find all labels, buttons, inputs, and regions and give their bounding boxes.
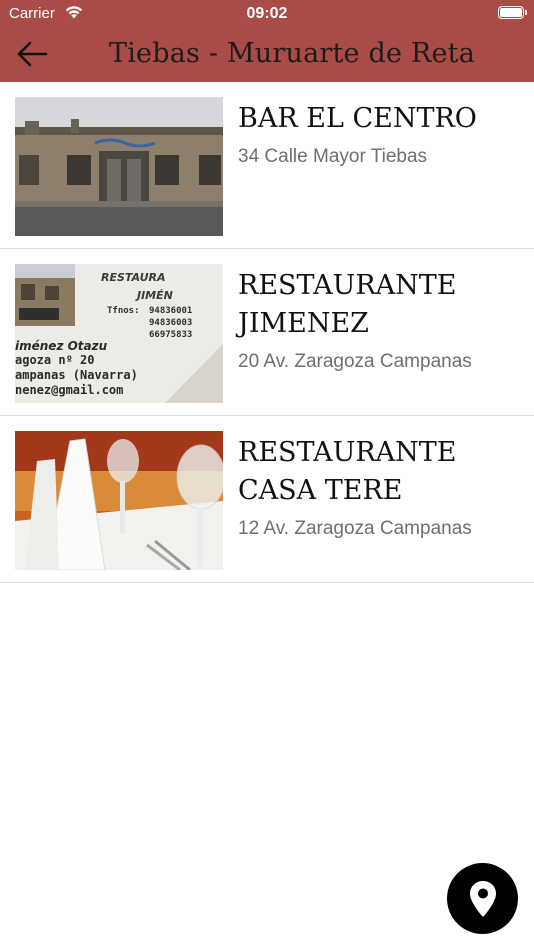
map-button[interactable] (447, 863, 518, 934)
card-line1: RESTAURA (101, 271, 166, 284)
restaurant-address: 34 Calle Mayor Tiebas (238, 146, 428, 167)
card-phone3: 66975833 (149, 330, 192, 340)
navigation-bar: Tiebas - Muruarte de Reta (0, 28, 534, 82)
restaurant-photo (15, 97, 223, 236)
status-bar: Carrier 09:02 (0, 0, 534, 28)
back-button[interactable] (14, 38, 54, 72)
restaurant-photo (15, 431, 223, 570)
restaurant-row-restaurante-jimenez[interactable]: RESTAURA JIMÉN Tfnos: 94836001 94836003 … (0, 249, 534, 416)
card-owner: iménez Otazu (15, 339, 108, 353)
restaurant-name: RESTAURANTE JIMENEZ (238, 270, 457, 339)
card-phone2: 94836003 (149, 318, 192, 328)
page-title: Tiebas - Muruarte de Reta (109, 38, 475, 69)
restaurant-name: RESTAURANTE CASA TERE (238, 437, 457, 506)
card-town: ampanas (Navarra) (15, 368, 138, 382)
restaurant-address: 20 Av. Zaragoza Campanas (238, 351, 472, 372)
restaurant-photo: RESTAURA JIMÉN Tfnos: 94836001 94836003 … (15, 264, 223, 403)
battery-tip (525, 10, 527, 15)
restaurant-address: 12 Av. Zaragoza Campanas (238, 518, 472, 539)
restaurant-row-bar-el-centro[interactable]: BAR EL CENTRO 34 Calle Mayor Tiebas (0, 82, 534, 249)
restaurant-name: BAR EL CENTRO (238, 103, 477, 134)
restaurant-list: BAR EL CENTRO 34 Calle Mayor Tiebas REST… (0, 82, 534, 583)
card-phone1: 94836001 (149, 306, 192, 316)
arrow-left-icon (17, 41, 48, 67)
restaurant-row-restaurante-casa-tere[interactable]: RESTAURANTE CASA TERE 12 Av. Zaragoza Ca… (0, 416, 534, 583)
battery-icon (498, 6, 524, 19)
clock: 09:02 (246, 5, 288, 22)
card-email: nenez@gmail.com (15, 383, 123, 397)
card-line2: JIMÉN (135, 289, 173, 302)
card-phones-label: Tfnos: (107, 306, 140, 316)
map-pin-icon (469, 880, 496, 917)
card-street: agoza nº 20 (15, 353, 94, 367)
